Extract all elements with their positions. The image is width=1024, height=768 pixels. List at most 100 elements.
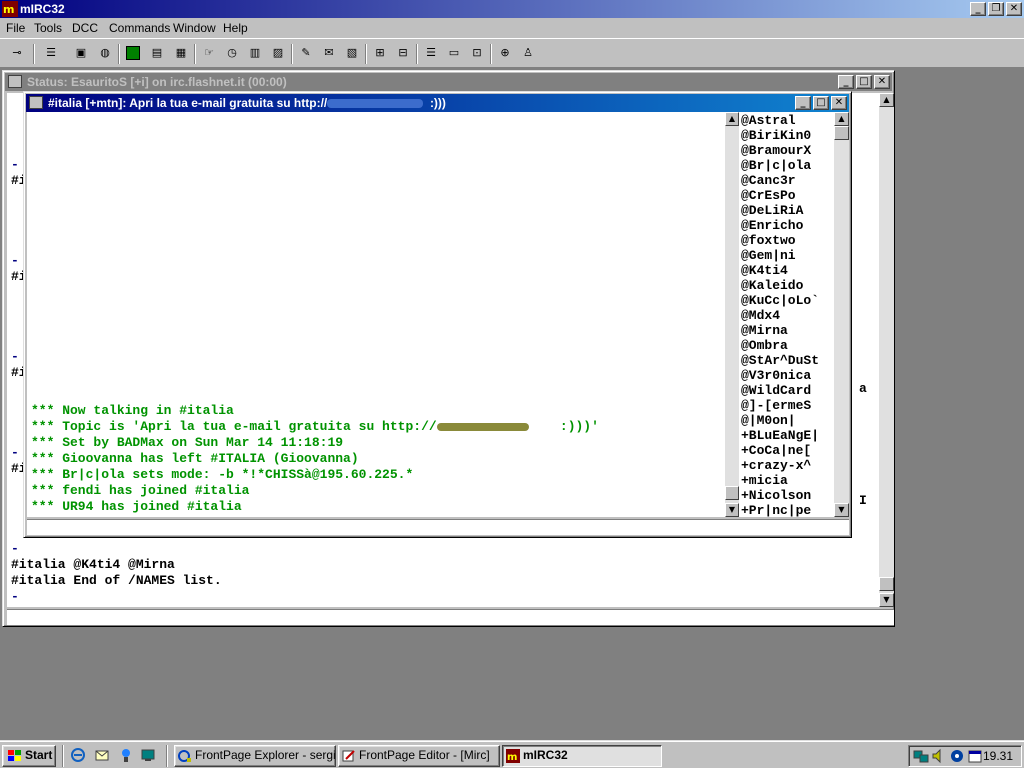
channel-window[interactable]: #italia [+mtn]: Apri la tua e-mail gratu… (23, 91, 852, 538)
nick-list-item[interactable]: @Astral (741, 113, 796, 128)
scroll-up-arrow-icon[interactable]: ▲ (879, 93, 894, 107)
help-lifebuoy-icon[interactable]: ⊕ (496, 44, 514, 62)
nick-list-item[interactable]: @]-[ermeS (741, 398, 811, 413)
status-window-icon[interactable] (8, 75, 22, 88)
restore-button[interactable]: ❐ (988, 2, 1004, 16)
menu-commands[interactable]: Commands (109, 21, 170, 35)
channels-folder-icon[interactable]: ◍ (96, 44, 114, 62)
scheduler-icon[interactable] (967, 748, 983, 764)
popups-icon[interactable]: ▦ (172, 44, 190, 62)
nick-list-item[interactable]: +crazy-x^ (741, 458, 811, 473)
about-icon[interactable]: ♙ (519, 44, 537, 62)
app-title-bar[interactable]: m mIRC32 _ ❐ ✕ (0, 0, 1024, 18)
channel-title-bar[interactable]: #italia [+mtn]: Apri la tua e-mail gratu… (26, 94, 849, 112)
task-label: mIRC32 (523, 748, 568, 762)
nick-list-item[interactable]: @BiriKin0 (741, 128, 811, 143)
tile-vertical-icon[interactable]: ▭ (445, 44, 463, 62)
scroll-thumb[interactable] (834, 126, 849, 140)
dcc-send-icon[interactable]: ✉ (320, 44, 338, 62)
display-settings-icon[interactable] (949, 748, 965, 764)
start-button[interactable]: Start (2, 745, 56, 767)
nick-list-item[interactable]: @K4ti4 (741, 263, 788, 278)
status-scrollbar[interactable]: ▲ ▼ (879, 93, 894, 607)
cascade-icon[interactable]: ⊟ (394, 44, 412, 62)
nick-list-scrollbar[interactable]: ▲ ▼ (834, 112, 849, 517)
mirc-app-icon[interactable]: m (2, 1, 18, 17)
menu-dcc[interactable]: DCC (72, 21, 98, 35)
nick-list-item[interactable]: +micia (741, 473, 788, 488)
scroll-thumb[interactable] (879, 577, 894, 591)
script-editor-icon[interactable] (124, 44, 142, 62)
channels-icon[interactable] (118, 747, 134, 763)
channel-scrollbar[interactable]: ▲ ▼ (725, 112, 739, 517)
nick-list-item[interactable]: @Enricho (741, 218, 803, 233)
scroll-down-arrow-icon[interactable]: ▼ (725, 503, 739, 517)
menu-tools[interactable]: Tools (34, 21, 62, 35)
address-book-icon[interactable]: ▣ (72, 44, 90, 62)
nick-list-item[interactable]: +CoCa|ne[ (741, 443, 811, 458)
status-maximize-button[interactable]: □ (856, 75, 872, 89)
status-close-button[interactable]: ✕ (874, 75, 890, 89)
finger-icon[interactable]: ☞ (200, 44, 218, 62)
nick-list-item[interactable]: @Mirna (741, 323, 788, 338)
menu-file[interactable]: File (6, 21, 25, 35)
options-icon[interactable]: ☰ (42, 44, 60, 62)
show-desktop-icon[interactable] (140, 747, 156, 763)
network-icon[interactable] (913, 748, 929, 764)
arrange-icon[interactable]: ⊡ (468, 44, 486, 62)
status-line: - (11, 349, 19, 364)
channel-minimize-button[interactable]: _ (795, 96, 811, 110)
notify-icon[interactable]: ✎ (297, 44, 315, 62)
task-mirc32[interactable]: m mIRC32 (502, 745, 662, 767)
nick-list-item[interactable]: @DeLiRiA (741, 203, 803, 218)
status-minimize-button[interactable]: _ (838, 75, 854, 89)
outlook-express-icon[interactable] (94, 747, 110, 763)
channel-text-area[interactable]: *** Now talking in #italia *** Topic is … (27, 112, 725, 517)
channel-message-input[interactable] (27, 519, 849, 535)
task-frontpage-editor[interactable]: FrontPage Editor - [Mirc] (338, 745, 500, 767)
status-command-input[interactable] (7, 609, 894, 625)
nick-list-item[interactable]: @StAr^DuSt (741, 353, 819, 368)
nick-list-item[interactable]: @V3r0nica (741, 368, 811, 383)
channel-maximize-button[interactable]: □ (813, 96, 829, 110)
nick-list-item[interactable]: @|M0on| (741, 413, 796, 428)
nick-list-item[interactable]: @Br|c|ola (741, 158, 811, 173)
menu-help[interactable]: Help (223, 21, 248, 35)
tile-icon[interactable]: ⊞ (371, 44, 389, 62)
nick-list-item[interactable]: @Ombra (741, 338, 788, 353)
timer-icon[interactable]: ◷ (223, 44, 241, 62)
volume-icon[interactable] (931, 748, 947, 764)
task-frontpage-explorer[interactable]: FrontPage Explorer - sergio... (174, 745, 336, 767)
logs-icon[interactable]: ▨ (269, 44, 287, 62)
connect-icon[interactable]: ⊸ (8, 44, 26, 62)
nick-list-item[interactable]: @WildCard (741, 383, 811, 398)
dcc-chat-icon[interactable]: ▧ (343, 44, 361, 62)
scroll-down-arrow-icon[interactable]: ▼ (834, 503, 849, 517)
nick-list-item[interactable]: @Gem|ni (741, 248, 796, 263)
nick-list-item[interactable]: +Pr|nc|pe (741, 503, 811, 517)
nick-list-item[interactable]: +BLuEaNgE| (741, 428, 819, 443)
nick-list-item[interactable]: +Nicolson (741, 488, 811, 503)
urls-icon[interactable]: ▥ (246, 44, 264, 62)
minimize-button[interactable]: _ (970, 2, 986, 16)
channel-window-icon[interactable] (29, 96, 43, 109)
nick-list-item[interactable]: @CrEsPo (741, 188, 796, 203)
scroll-up-arrow-icon[interactable]: ▲ (834, 112, 849, 126)
scroll-down-arrow-icon[interactable]: ▼ (879, 593, 894, 607)
aliases-icon[interactable]: ▤ (148, 44, 166, 62)
menu-window[interactable]: Window (173, 21, 216, 35)
nick-list-item[interactable]: @Canc3r (741, 173, 796, 188)
nick-list-item[interactable]: @foxtwo (741, 233, 796, 248)
nick-list-item[interactable]: @Kaleido (741, 278, 803, 293)
nick-list-item[interactable]: @KuCc|oLo` (741, 293, 819, 308)
channel-close-button[interactable]: ✕ (831, 96, 847, 110)
scroll-thumb[interactable] (725, 486, 739, 500)
status-title-bar[interactable]: Status: EsauritoS [+i] on irc.flashnet.i… (5, 73, 892, 91)
tile-horizontal-icon[interactable]: ☰ (422, 44, 440, 62)
close-button[interactable]: ✕ (1006, 2, 1022, 16)
scroll-up-arrow-icon[interactable]: ▲ (725, 112, 739, 126)
nick-list-item[interactable]: @Mdx4 (741, 308, 780, 323)
internet-explorer-icon[interactable] (70, 747, 86, 763)
nick-list[interactable]: @Astral @BiriKin0 @BramourX @Br|c|ola @Canc3… (739, 112, 834, 517)
nick-list-item[interactable]: @BramourX (741, 143, 811, 158)
